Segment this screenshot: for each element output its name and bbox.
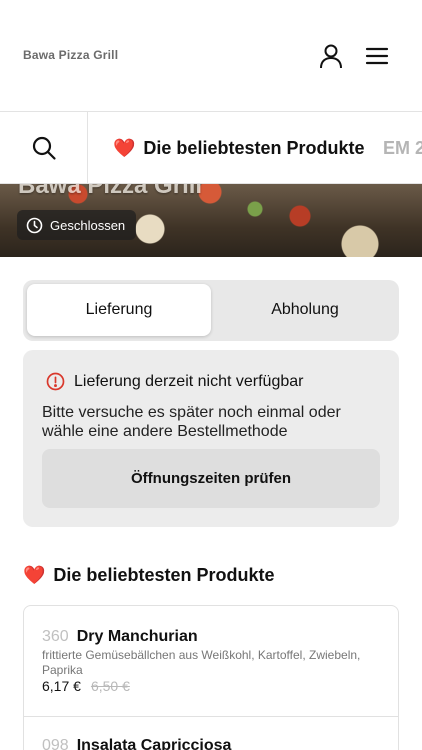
- product-header: 360 Dry Manchurian: [42, 628, 198, 646]
- product-old-price: 6,50 €: [90, 678, 130, 694]
- category-tab-label: EM 2: [383, 137, 422, 158]
- restaurant-hero-image: Bawa Pizza Grill Geschlossen: [0, 184, 422, 257]
- app-header: Bawa Pizza Grill: [0, 0, 422, 112]
- delivery-unavailable-notice: Lieferung derzeit nicht verfügbar Bitte …: [23, 350, 399, 527]
- product-name: Insalata Capricciosa: [76, 737, 232, 750]
- clock-icon: [26, 217, 43, 233]
- product-header: 098 Insalata Capricciosa: [42, 737, 231, 750]
- product-list: 360 Dry Manchurian frittierte Gemüsebäll…: [23, 605, 399, 750]
- delivery-option[interactable]: Lieferung: [27, 284, 211, 336]
- product-item[interactable]: 098 Insalata Capricciosa: [24, 717, 398, 750]
- heart-icon: ❤️: [23, 565, 46, 585]
- pickup-option[interactable]: Abholung: [213, 284, 397, 336]
- brand-name[interactable]: Bawa Pizza Grill: [23, 48, 118, 62]
- section-title-text: Die beliebtesten Produkte: [53, 565, 275, 585]
- search-icon: [32, 136, 56, 160]
- section-title: ❤️ Die beliebtesten Produkte: [23, 565, 274, 586]
- product-item[interactable]: 360 Dry Manchurian frittierte Gemüsebäll…: [24, 606, 398, 717]
- restaurant-title: Bawa Pizza Grill: [18, 184, 203, 199]
- info-alert-icon: [46, 372, 65, 391]
- notice-title: Lieferung derzeit nicht verfügbar: [74, 372, 304, 390]
- notice-header: Lieferung derzeit nicht verfügbar: [46, 372, 303, 391]
- category-tab-popular[interactable]: ❤️ Die beliebtesten Produkte: [113, 112, 365, 183]
- category-tab-em[interactable]: EM 2: [383, 112, 422, 183]
- category-search-button[interactable]: [0, 112, 88, 183]
- product-price: 6,17 €: [42, 678, 81, 694]
- product-price-row: 6,17 € 6,50 €: [42, 678, 130, 694]
- status-badge: Geschlossen: [17, 210, 137, 240]
- menu-button[interactable]: [361, 40, 393, 72]
- product-number: 360: [42, 628, 69, 645]
- check-opening-hours-button[interactable]: Öffnungszeiten prüfen: [42, 449, 380, 508]
- account-button[interactable]: [315, 40, 347, 72]
- product-number: 098: [42, 737, 69, 750]
- hamburger-menu-icon: [365, 47, 389, 65]
- category-tab-label: Die beliebtesten Produkte: [143, 137, 365, 158]
- status-label: Geschlossen: [50, 217, 126, 233]
- product-description: frittierte Gemüsebällchen aus Weißkohl, …: [42, 648, 361, 677]
- product-name: Dry Manchurian: [76, 628, 198, 645]
- notice-message: Bitte versuche es später noch einmal ode…: [42, 404, 341, 440]
- heart-icon: ❤️: [113, 137, 136, 158]
- order-mode-toggle: Lieferung Abholung: [23, 280, 399, 341]
- category-bar: ❤️ Die beliebtesten Produkte EM 2: [0, 112, 422, 184]
- user-icon: [320, 44, 342, 69]
